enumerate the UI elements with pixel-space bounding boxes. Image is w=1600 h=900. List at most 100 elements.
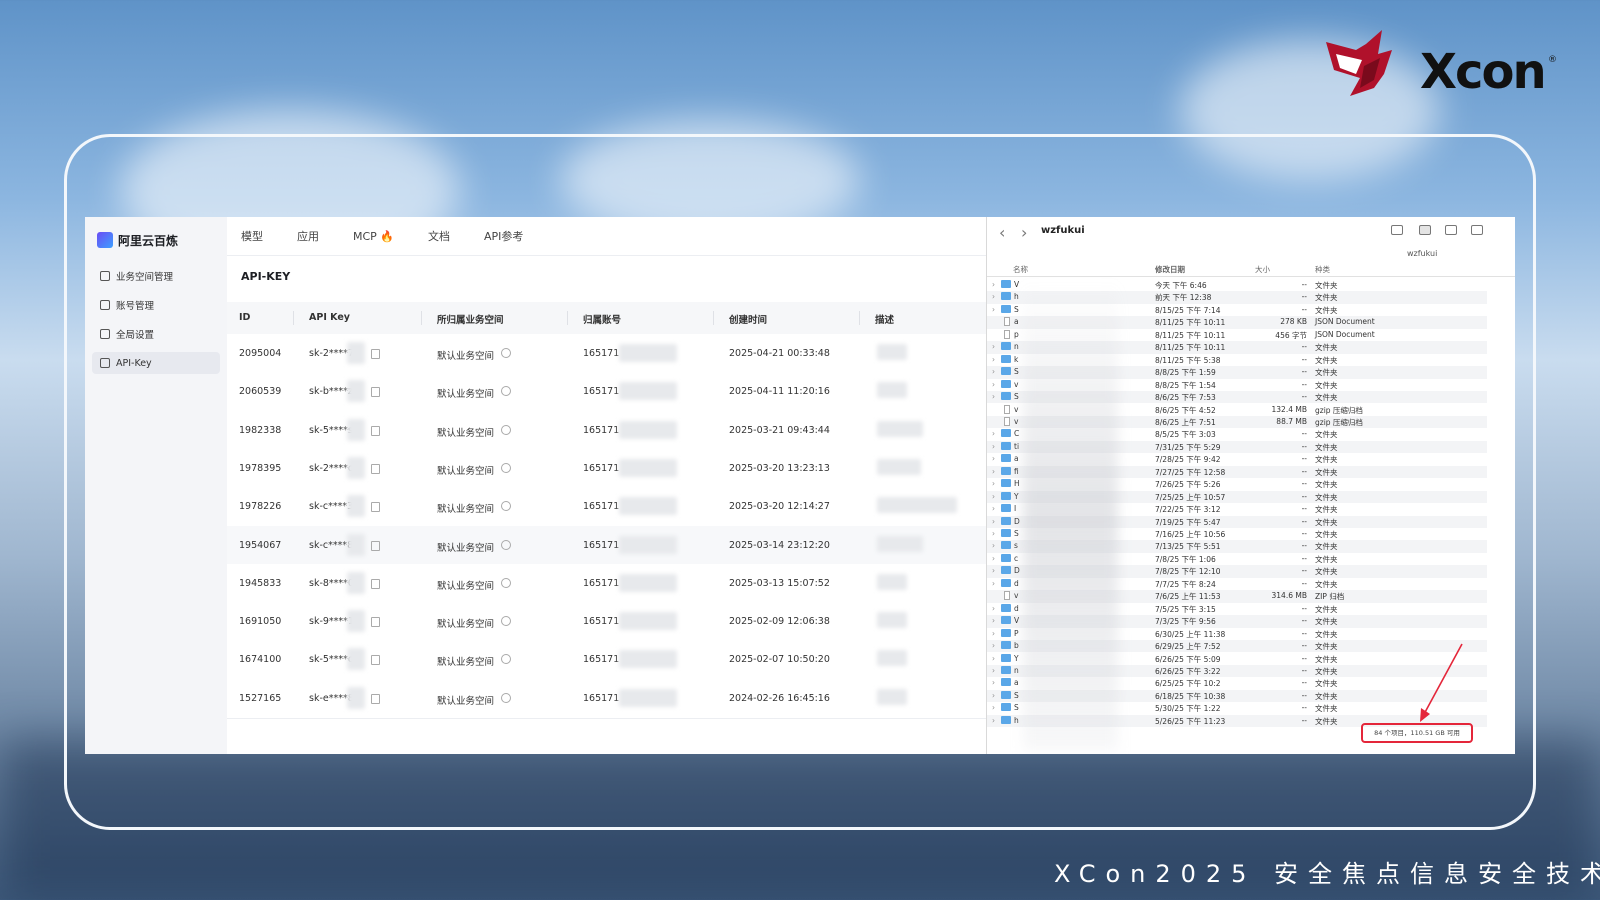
disclosure-icon[interactable]: ›: [992, 529, 995, 538]
disclosure-icon[interactable]: ›: [992, 654, 995, 663]
item-size: --: [1301, 578, 1307, 588]
disclosure-icon[interactable]: ›: [992, 666, 995, 675]
disclosure-icon[interactable]: ›: [992, 479, 995, 488]
copy-icon[interactable]: [371, 387, 380, 398]
disclosure-icon[interactable]: ›: [992, 429, 995, 438]
column-view-icon[interactable]: [1445, 225, 1457, 235]
cell-space: 默认业务空间: [437, 542, 495, 554]
sidebar-item[interactable]: 账号管理: [92, 294, 220, 316]
info-icon[interactable]: [501, 577, 511, 588]
table-row[interactable]: 1674100 sk-5****c 默认业务空间 165171 2025-02-…: [227, 640, 1091, 681]
info-icon[interactable]: [501, 501, 511, 512]
copy-icon[interactable]: [371, 655, 380, 666]
disclosure-icon[interactable]: ›: [992, 716, 995, 725]
disclosure-icon[interactable]: ›: [992, 305, 995, 314]
copy-icon[interactable]: [371, 463, 380, 474]
info-icon[interactable]: [501, 616, 511, 627]
disclosure-icon[interactable]: ›: [992, 604, 995, 613]
nav-tab[interactable]: API参考: [484, 228, 523, 244]
sidebar-item[interactable]: 业务空间管理: [92, 265, 220, 287]
disclosure-icon[interactable]: ›: [992, 342, 995, 351]
nav-tab[interactable]: 模型: [241, 228, 263, 244]
folder-icon: [1001, 367, 1011, 376]
copy-icon[interactable]: [371, 578, 380, 589]
sidebar-item[interactable]: 全局设置: [92, 323, 220, 345]
disclosure-icon[interactable]: ›: [992, 467, 995, 476]
copy-icon[interactable]: [371, 617, 380, 628]
item-size: 456 字节: [1275, 330, 1307, 340]
table-row[interactable]: 1945833 sk-8****0 默认业务空间 165171 2025-03-…: [227, 563, 1091, 604]
disclosure-icon[interactable]: ›: [992, 292, 995, 301]
page-title: API-KEY: [241, 270, 291, 283]
disclosure-icon[interactable]: ›: [992, 504, 995, 513]
disclosure-icon[interactable]: ›: [992, 442, 995, 451]
column-kind[interactable]: 种类: [1315, 264, 1330, 275]
nav-tab[interactable]: MCP 🔥: [353, 230, 394, 243]
copy-icon[interactable]: [371, 693, 380, 704]
disclosure-icon[interactable]: ›: [992, 641, 995, 650]
disclosure-icon[interactable]: ›: [992, 616, 995, 625]
info-icon[interactable]: [501, 424, 511, 435]
folder-icon: [1001, 653, 1011, 662]
column-header: 描述: [875, 315, 895, 326]
disclosure-icon[interactable]: ›: [992, 554, 995, 563]
item-date: 7/8/25 下午 12:10: [1155, 567, 1221, 577]
back-chevron-icon[interactable]: ‹: [999, 223, 1005, 242]
table-row[interactable]: 1982338 sk-5****s 默认业务空间 165171 2025-03-…: [227, 410, 1091, 451]
item-name: S: [1014, 690, 1019, 700]
disclosure-icon[interactable]: ›: [992, 629, 995, 638]
item-kind: JSON Document: [1315, 317, 1375, 327]
disclosure-icon[interactable]: ›: [992, 678, 995, 687]
info-icon[interactable]: [501, 654, 511, 665]
item-date: 8/6/25 下午 4:52: [1155, 405, 1216, 415]
table-row[interactable]: 1978226 sk-c****3 默认业务空间 165171 2025-03-…: [227, 487, 1091, 528]
item-size: --: [1301, 504, 1307, 514]
redacted-description: [877, 382, 907, 399]
info-icon[interactable]: [501, 386, 511, 397]
item-name: H: [1014, 479, 1020, 489]
disclosure-icon[interactable]: ›: [992, 703, 995, 712]
copy-icon[interactable]: [371, 349, 380, 359]
info-icon[interactable]: [501, 692, 511, 703]
icon-view-icon[interactable]: [1391, 225, 1403, 235]
table-row[interactable]: 1954067 sk-c****8 默认业务空间 165171 2025-03-…: [227, 525, 1091, 566]
info-icon[interactable]: [501, 348, 511, 358]
disclosure-icon[interactable]: ›: [992, 566, 995, 575]
disclosure-icon[interactable]: ›: [992, 367, 995, 376]
table-row[interactable]: 2095004 sk-2****7 默认业务空间 165171 2025-04-…: [227, 334, 1091, 374]
forward-chevron-icon[interactable]: ›: [1021, 223, 1027, 242]
disclosure-icon[interactable]: ›: [992, 380, 995, 389]
column-size[interactable]: 大小: [1255, 264, 1270, 275]
item-name: b: [1014, 641, 1019, 651]
table-row[interactable]: 1527165 sk-e****8 默认业务空间 165171 2024-02-…: [227, 678, 1091, 719]
info-icon[interactable]: [501, 539, 511, 550]
file-icon: [1004, 591, 1010, 601]
disclosure-icon[interactable]: ›: [992, 454, 995, 463]
column-date[interactable]: 修改日期: [1155, 264, 1185, 275]
table-row[interactable]: 1978395 sk-2****c 默认业务空间 165171 2025-03-…: [227, 448, 1091, 489]
disclosure-icon[interactable]: ›: [992, 541, 995, 550]
sidebar-item[interactable]: API-Key: [92, 352, 220, 374]
nav-tab[interactable]: 文档: [428, 228, 450, 244]
disclosure-icon[interactable]: ›: [992, 392, 995, 401]
table-row[interactable]: 2060539 sk-b****z 默认业务空间 165171 2025-04-…: [227, 372, 1091, 413]
disclosure-icon[interactable]: ›: [992, 517, 995, 526]
item-size: 132.4 MB: [1271, 404, 1307, 414]
copy-icon[interactable]: [371, 502, 380, 513]
info-icon[interactable]: [501, 462, 511, 473]
folder-icon: [1001, 553, 1011, 562]
disclosure-icon[interactable]: ›: [992, 579, 995, 588]
gallery-view-icon[interactable]: [1471, 225, 1483, 235]
disclosure-icon[interactable]: ›: [992, 691, 995, 700]
column-name[interactable]: 名称: [1013, 264, 1028, 275]
product-brand[interactable]: 阿里云百炼: [97, 229, 178, 251]
disclosure-icon[interactable]: ›: [992, 492, 995, 501]
table-row[interactable]: 1691050 sk-9****1 默认业务空间 165171 2025-02-…: [227, 602, 1091, 643]
item-kind: 文件夹: [1315, 567, 1338, 577]
disclosure-icon[interactable]: ›: [992, 280, 995, 289]
copy-icon[interactable]: [371, 540, 380, 551]
nav-tab[interactable]: 应用: [297, 228, 319, 244]
list-view-icon[interactable]: [1419, 225, 1431, 235]
copy-icon[interactable]: [371, 425, 380, 436]
disclosure-icon[interactable]: ›: [992, 355, 995, 364]
